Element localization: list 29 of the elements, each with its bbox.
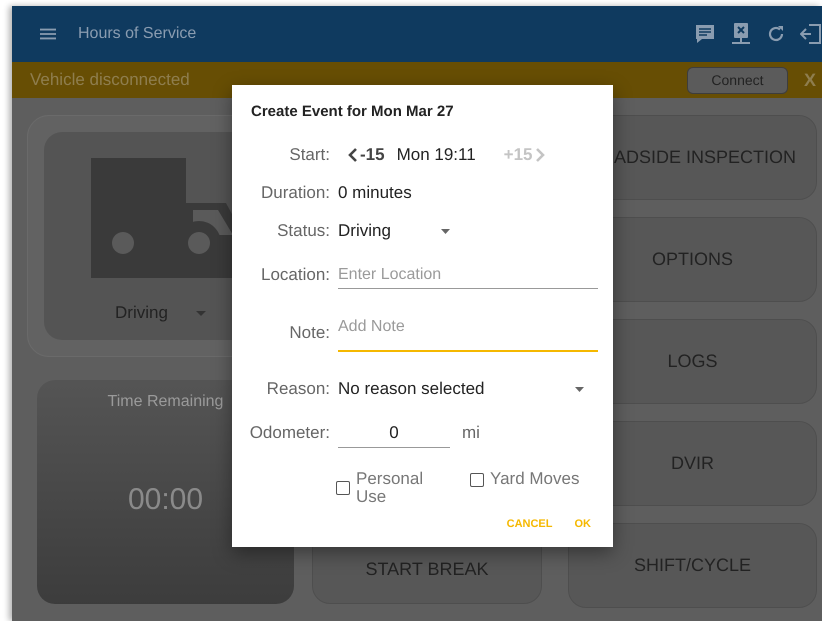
- refresh-icon[interactable]: [766, 24, 786, 44]
- caret-icon: [575, 386, 584, 392]
- close-button[interactable]: X: [798, 70, 822, 90]
- dialog-title: Create Event for Mon Mar 27: [251, 103, 455, 120]
- message-icon[interactable]: [694, 23, 716, 45]
- field-label: Duration:: [260, 183, 330, 203]
- field-label: Status:: [276, 221, 330, 241]
- connect-button[interactable]: Connect: [686, 66, 788, 94]
- app-title: Hours of Service: [78, 25, 196, 43]
- field-label: Location:: [260, 265, 330, 285]
- dialog-button[interactable]: CANCEL: [498, 512, 560, 536]
- checkbox[interactable]: [470, 473, 484, 487]
- field-label: Note:: [288, 323, 330, 343]
- banner-message: Vehicle disconnected: [30, 70, 190, 90]
- checkbox-label: Personal Use: [356, 470, 424, 506]
- caret-icon: [441, 228, 450, 234]
- chevron-right-icon: [534, 147, 544, 163]
- field-label: Start:: [288, 145, 330, 165]
- time-remaining-value: 00:00: [128, 483, 204, 517]
- field-label: Reason:: [266, 379, 330, 399]
- checkbox[interactable]: [336, 480, 350, 495]
- odometer-unit: mi: [462, 423, 480, 443]
- start-time: Mon 19:11: [396, 145, 476, 165]
- field-label: Odometer:: [248, 423, 330, 443]
- disconnect-icon[interactable]: [730, 22, 752, 46]
- time-remaining-label: Time Remaining: [108, 393, 224, 411]
- logout-icon[interactable]: [800, 23, 822, 45]
- chevron-left-icon: [348, 147, 358, 163]
- menu-icon[interactable]: [40, 28, 56, 40]
